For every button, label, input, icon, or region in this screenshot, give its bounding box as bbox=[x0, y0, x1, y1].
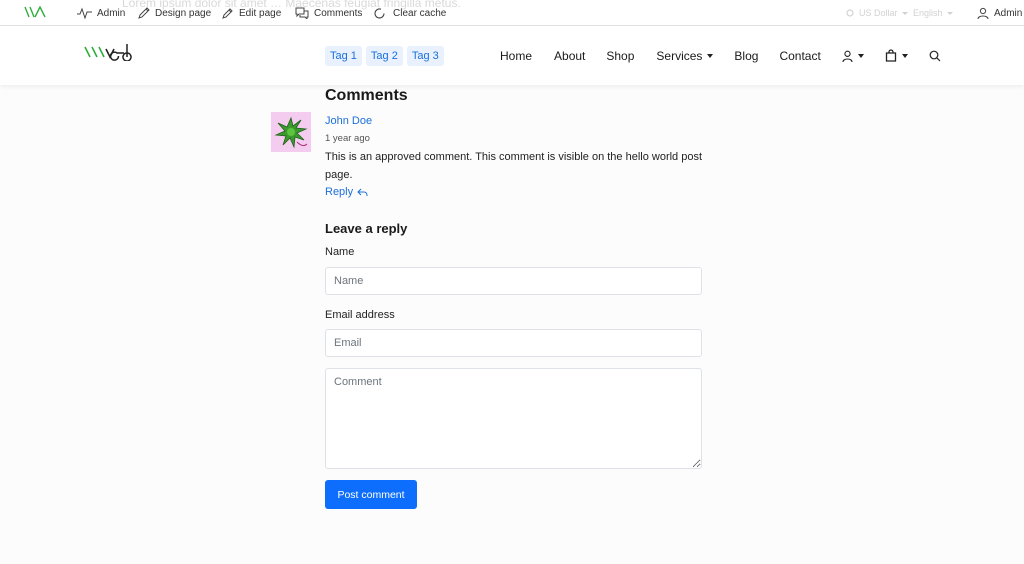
nav-home[interactable]: Home bbox=[500, 49, 532, 63]
chevron-down-icon bbox=[946, 11, 953, 15]
chevron-down-icon bbox=[901, 53, 908, 58]
user-icon bbox=[842, 50, 853, 62]
admin-user-label: Admin bbox=[994, 7, 1023, 19]
admin-logo-icon[interactable] bbox=[24, 5, 46, 21]
language-selector[interactable]: English bbox=[913, 5, 953, 21]
search-icon bbox=[929, 50, 941, 61]
currency-label: US Dollar bbox=[859, 8, 898, 18]
admin-link-label: Admin bbox=[97, 7, 126, 19]
reply-link[interactable]: Reply bbox=[325, 186, 368, 198]
pencil-icon bbox=[138, 7, 150, 19]
nav-shop[interactable]: Shop bbox=[606, 49, 634, 63]
name-input[interactable] bbox=[325, 267, 702, 295]
email-label: Email address bbox=[325, 309, 395, 321]
tag-1[interactable]: Tag 1 bbox=[325, 46, 362, 66]
comments-heading: Comments bbox=[325, 87, 408, 104]
comments-icon bbox=[295, 7, 309, 19]
admin-bar: Lorem ipsum dolor sit amet … Maecenas fe… bbox=[0, 0, 1024, 26]
leave-reply-heading: Leave a reply bbox=[325, 221, 408, 236]
comments-link-label: Comments bbox=[314, 7, 363, 19]
email-input[interactable] bbox=[325, 329, 702, 357]
clear-cache-link[interactable]: Clear cache bbox=[373, 5, 446, 21]
design-page-link[interactable]: Design page bbox=[138, 5, 211, 21]
search-button[interactable] bbox=[929, 50, 941, 62]
comments-link[interactable]: Comments bbox=[295, 5, 362, 21]
design-page-label: Design page bbox=[155, 7, 212, 19]
comment-author[interactable]: John Doe bbox=[325, 115, 372, 127]
reply-label: Reply bbox=[325, 186, 354, 198]
clear-cache-label: Clear cache bbox=[393, 7, 447, 19]
refresh-icon bbox=[374, 7, 385, 18]
language-label: English bbox=[913, 8, 943, 18]
tag-3[interactable]: Tag 3 bbox=[406, 46, 444, 66]
post-comment-button[interactable]: Post comment bbox=[325, 480, 417, 509]
nav-blog[interactable]: Blog bbox=[734, 49, 758, 63]
nav-services[interactable]: Services bbox=[656, 48, 714, 63]
currency-selector[interactable]: US Dollar bbox=[845, 5, 908, 21]
admin-user-menu[interactable]: Admin bbox=[977, 5, 1022, 21]
nav-about[interactable]: About bbox=[554, 49, 585, 63]
tag-list: Tag 1 Tag 2 Tag 3 bbox=[325, 46, 444, 66]
admin-link[interactable]: Admin bbox=[77, 5, 125, 21]
activity-icon bbox=[77, 7, 92, 19]
comment-text: This is an approved comment. This commen… bbox=[325, 151, 703, 181]
shopping-bag-icon bbox=[885, 49, 896, 62]
comment-textarea[interactable] bbox=[325, 368, 702, 469]
user-icon bbox=[977, 7, 989, 19]
nav-services-label: Services bbox=[656, 48, 703, 63]
avatar bbox=[271, 112, 311, 152]
reply-icon bbox=[357, 188, 368, 196]
chevron-down-icon bbox=[857, 53, 864, 58]
edit-page-label: Edit page bbox=[239, 7, 282, 19]
site-logo[interactable] bbox=[84, 43, 136, 66]
comment-time: 1 year ago bbox=[325, 133, 370, 144]
nav-contact[interactable]: Contact bbox=[779, 49, 820, 63]
gear-icon bbox=[846, 9, 854, 17]
edit-icon bbox=[222, 8, 233, 19]
chevron-down-icon bbox=[707, 53, 714, 58]
main-nav: Home About Shop Services Blog Contact bbox=[500, 26, 941, 85]
name-label: Name bbox=[325, 246, 355, 258]
tag-2[interactable]: Tag 2 bbox=[365, 46, 403, 66]
site-header: Tag 1 Tag 2 Tag 3 Home About Shop Servic… bbox=[0, 26, 1024, 85]
user-menu[interactable] bbox=[842, 50, 864, 62]
chevron-down-icon bbox=[901, 11, 908, 15]
cart-menu[interactable] bbox=[885, 49, 908, 62]
edit-page-link[interactable]: Edit page bbox=[222, 5, 281, 21]
